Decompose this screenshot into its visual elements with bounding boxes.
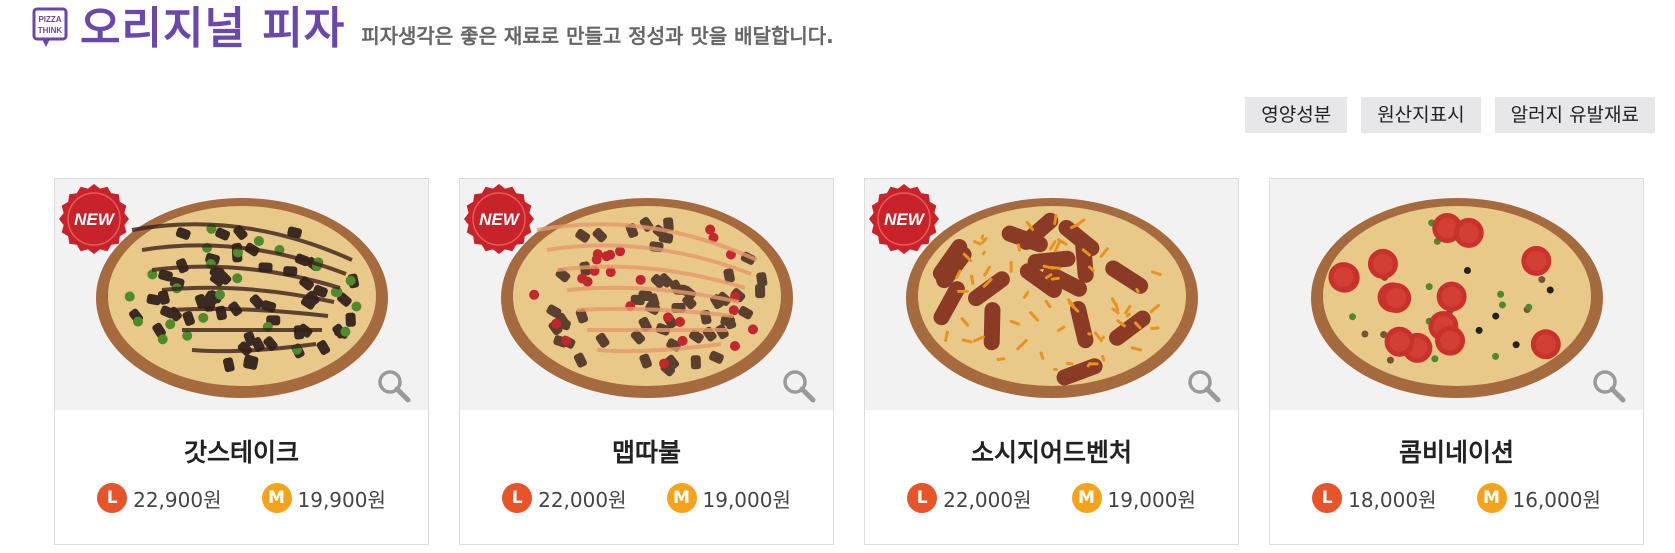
product-name[interactable]: 갓스테이크 bbox=[55, 433, 428, 469]
product-card[interactable]: NEW 갓스테이크 L 22,900원 M 19,900원 bbox=[54, 178, 429, 545]
product-grid: NEW 갓스테이크 L 22,900원 M 19,900원 NEW 맵따불 L … bbox=[54, 178, 1644, 545]
product-card[interactable]: 콤비네이션 L 18,000원 M 16,000원 bbox=[1269, 178, 1644, 545]
large-size-badge: L bbox=[907, 483, 938, 513]
magnifier-icon[interactable] bbox=[1186, 368, 1222, 404]
large-price-value: 22,000원 bbox=[538, 487, 627, 512]
medium-size-badge: M bbox=[261, 483, 292, 513]
price-row: L 22,900원 M 19,900원 bbox=[55, 483, 428, 513]
medium-price-value: 19,000원 bbox=[702, 487, 791, 512]
magnifier-icon[interactable] bbox=[781, 368, 817, 404]
page-header: PIZZA THINK 오리지널 피자 피자생각은 좋은 재료로 만들고 정성과… bbox=[32, 4, 834, 54]
info-button-group: 영양성분 원산지표시 알러지 유발재료 bbox=[1245, 97, 1655, 133]
pizza-image bbox=[1310, 197, 1603, 398]
product-image[interactable] bbox=[1270, 179, 1643, 410]
product-name[interactable]: 맵따불 bbox=[460, 433, 833, 469]
product-name[interactable]: 소시지어드벤처 bbox=[865, 433, 1238, 469]
pizza-image bbox=[905, 197, 1198, 398]
large-size-badge: L bbox=[1312, 483, 1343, 513]
large-size-badge: L bbox=[97, 483, 128, 513]
nutrition-button[interactable]: 영양성분 bbox=[1245, 97, 1348, 133]
large-price: L 22,900원 bbox=[97, 483, 222, 513]
svg-text:NEW: NEW bbox=[479, 210, 521, 229]
large-price: L 22,000원 bbox=[907, 483, 1032, 513]
allergen-button[interactable]: 알러지 유발재료 bbox=[1494, 97, 1655, 133]
medium-price: M 19,900원 bbox=[261, 483, 386, 513]
pizza-image bbox=[500, 197, 793, 398]
large-size-badge: L bbox=[502, 483, 533, 513]
product-card[interactable]: NEW 소시지어드벤처 L 22,000원 M 19,000원 bbox=[864, 178, 1239, 545]
magnifier-icon[interactable] bbox=[376, 368, 412, 404]
svg-text:NEW: NEW bbox=[884, 210, 926, 229]
product-image[interactable]: NEW bbox=[460, 179, 833, 410]
medium-size-badge: M bbox=[1071, 483, 1102, 513]
product-image[interactable]: NEW bbox=[865, 179, 1238, 410]
medium-price-value: 19,000원 bbox=[1107, 487, 1196, 512]
page-title: 오리지널 피자 bbox=[80, 3, 346, 54]
price-row: L 22,000원 M 19,000원 bbox=[460, 483, 833, 513]
medium-price: M 19,000원 bbox=[666, 483, 791, 513]
large-price: L 22,000원 bbox=[502, 483, 627, 513]
page-subtitle: 피자생각은 좋은 재료로 만들고 정성과 맛을 배달합니다. bbox=[361, 23, 834, 48]
medium-price-value: 19,900원 bbox=[297, 487, 386, 512]
medium-price: M 16,000원 bbox=[1476, 483, 1601, 513]
magnifier-icon[interactable] bbox=[1591, 368, 1627, 404]
price-row: L 18,000원 M 16,000원 bbox=[1270, 483, 1643, 513]
price-row: L 22,000원 M 19,000원 bbox=[865, 483, 1238, 513]
origin-label-button[interactable]: 원산지표시 bbox=[1361, 97, 1481, 133]
medium-price-value: 16,000원 bbox=[1512, 487, 1601, 512]
medium-price: M 19,000원 bbox=[1071, 483, 1196, 513]
large-price-value: 22,900원 bbox=[133, 487, 222, 512]
product-card[interactable]: NEW 맵따불 L 22,000원 M 19,000원 bbox=[459, 178, 834, 545]
svg-text:NEW: NEW bbox=[74, 210, 116, 229]
medium-size-badge: M bbox=[1476, 483, 1507, 513]
product-image[interactable]: NEW bbox=[55, 179, 428, 410]
new-badge: NEW bbox=[464, 184, 534, 254]
product-name[interactable]: 콤비네이션 bbox=[1270, 433, 1643, 469]
large-price-value: 18,000원 bbox=[1348, 487, 1437, 512]
pizza-image bbox=[95, 197, 388, 398]
medium-size-badge: M bbox=[666, 483, 697, 513]
large-price: L 18,000원 bbox=[1312, 483, 1437, 513]
large-price-value: 22,000원 bbox=[943, 487, 1032, 512]
svg-text:PIZZA: PIZZA bbox=[38, 15, 61, 24]
new-badge: NEW bbox=[869, 184, 939, 254]
pizza-think-logo-icon: PIZZA THINK bbox=[32, 7, 68, 51]
new-badge: NEW bbox=[59, 184, 129, 254]
svg-text:THINK: THINK bbox=[38, 26, 63, 35]
